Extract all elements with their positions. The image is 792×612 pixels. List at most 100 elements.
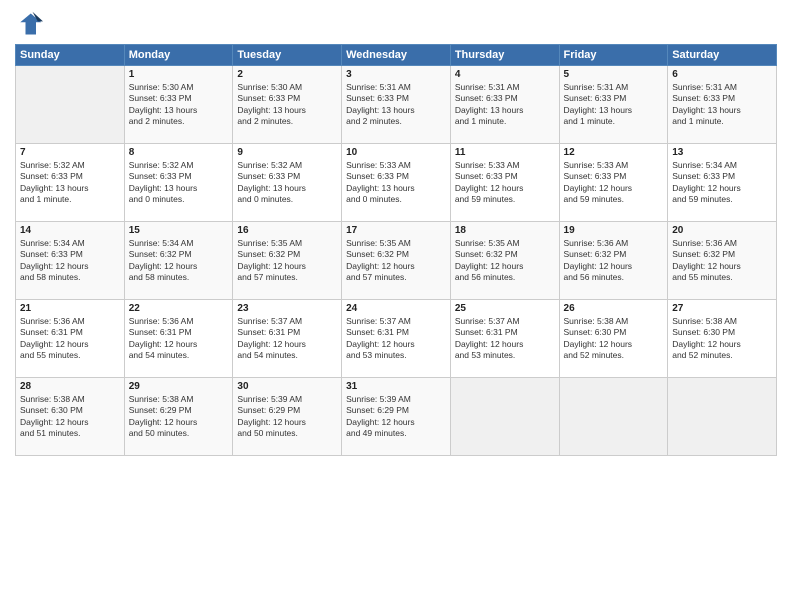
cell-line: Sunset: 6:31 PM xyxy=(237,327,337,338)
week-row-2: 7Sunrise: 5:32 AMSunset: 6:33 PMDaylight… xyxy=(16,144,777,222)
day-cell: 3Sunrise: 5:31 AMSunset: 6:33 PMDaylight… xyxy=(342,66,451,144)
day-number: 12 xyxy=(564,147,664,158)
day-number: 6 xyxy=(672,69,772,80)
header-cell-wednesday: Wednesday xyxy=(342,45,451,66)
day-number: 23 xyxy=(237,303,337,314)
cell-line: Sunset: 6:33 PM xyxy=(672,93,772,104)
cell-line: Sunrise: 5:38 AM xyxy=(129,394,229,405)
cell-line: Sunrise: 5:31 AM xyxy=(672,82,772,93)
day-number: 5 xyxy=(564,69,664,80)
cell-line: Sunset: 6:29 PM xyxy=(346,405,446,416)
cell-line: Daylight: 12 hours xyxy=(20,339,120,350)
cell-line: and 2 minutes. xyxy=(346,116,446,127)
cell-line: Daylight: 13 hours xyxy=(455,105,555,116)
day-cell: 13Sunrise: 5:34 AMSunset: 6:33 PMDayligh… xyxy=(668,144,777,222)
header-cell-sunday: Sunday xyxy=(16,45,125,66)
cell-line: and 59 minutes. xyxy=(672,194,772,205)
day-number: 14 xyxy=(20,225,120,236)
day-cell xyxy=(16,66,125,144)
cell-line: Sunrise: 5:37 AM xyxy=(455,316,555,327)
day-number: 30 xyxy=(237,381,337,392)
day-cell: 16Sunrise: 5:35 AMSunset: 6:32 PMDayligh… xyxy=(233,222,342,300)
cell-line: and 51 minutes. xyxy=(20,428,120,439)
day-number: 31 xyxy=(346,381,446,392)
day-number: 18 xyxy=(455,225,555,236)
cell-line: Sunrise: 5:32 AM xyxy=(20,160,120,171)
header-row: SundayMondayTuesdayWednesdayThursdayFrid… xyxy=(16,45,777,66)
cell-line: Sunrise: 5:39 AM xyxy=(346,394,446,405)
cell-line: and 0 minutes. xyxy=(346,194,446,205)
cell-line: and 55 minutes. xyxy=(20,350,120,361)
cell-line: and 58 minutes. xyxy=(129,272,229,283)
cell-line: Sunset: 6:33 PM xyxy=(564,171,664,182)
cell-line: Sunset: 6:33 PM xyxy=(346,171,446,182)
day-cell: 10Sunrise: 5:33 AMSunset: 6:33 PMDayligh… xyxy=(342,144,451,222)
cell-line: Daylight: 12 hours xyxy=(20,417,120,428)
day-number: 24 xyxy=(346,303,446,314)
cell-line: Sunset: 6:29 PM xyxy=(237,405,337,416)
week-row-1: 1Sunrise: 5:30 AMSunset: 6:33 PMDaylight… xyxy=(16,66,777,144)
day-cell: 6 Sunrise: 5:31 AMSunset: 6:33 PMDaylight… xyxy=(668,66,777,144)
cell-line: and 49 minutes. xyxy=(346,428,446,439)
logo-icon xyxy=(15,10,43,38)
day-cell: 23Sunrise: 5:37 AMSunset: 6:31 PMDayligh… xyxy=(233,300,342,378)
day-number: 7 xyxy=(20,147,120,158)
day-cell: 30Sunrise: 5:39 AMSunset: 6:29 PMDayligh… xyxy=(233,378,342,456)
cell-line: Daylight: 12 hours xyxy=(129,261,229,272)
cell-line: Daylight: 12 hours xyxy=(129,417,229,428)
cell-line: Daylight: 13 hours xyxy=(564,105,664,116)
cell-line: Daylight: 12 hours xyxy=(455,339,555,350)
day-number: 8 xyxy=(129,147,229,158)
day-cell: 28Sunrise: 5:38 AMSunset: 6:30 PMDayligh… xyxy=(16,378,125,456)
day-number: 11 xyxy=(455,147,555,158)
day-cell: 9Sunrise: 5:32 AMSunset: 6:33 PMDaylight… xyxy=(233,144,342,222)
day-number: 13 xyxy=(672,147,772,158)
day-number: 22 xyxy=(129,303,229,314)
logo xyxy=(15,10,47,38)
cell-line: Sunset: 6:33 PM xyxy=(237,93,337,104)
cell-line: Sunset: 6:31 PM xyxy=(455,327,555,338)
cell-line: Daylight: 12 hours xyxy=(20,261,120,272)
cell-line: Sunset: 6:33 PM xyxy=(237,171,337,182)
cell-line: Sunrise: 5:36 AM xyxy=(20,316,120,327)
day-cell: 4Sunrise: 5:31 AMSunset: 6:33 PMDaylight… xyxy=(450,66,559,144)
day-cell: 1Sunrise: 5:30 AMSunset: 6:33 PMDaylight… xyxy=(124,66,233,144)
cell-line: Sunset: 6:33 PM xyxy=(129,171,229,182)
day-number: 20 xyxy=(672,225,772,236)
day-cell: 26Sunrise: 5:38 AMSunset: 6:30 PMDayligh… xyxy=(559,300,668,378)
cell-line: and 53 minutes. xyxy=(455,350,555,361)
cell-line: Sunset: 6:32 PM xyxy=(237,249,337,260)
day-cell: 15Sunrise: 5:34 AMSunset: 6:32 PMDayligh… xyxy=(124,222,233,300)
day-cell: 25Sunrise: 5:37 AMSunset: 6:31 PMDayligh… xyxy=(450,300,559,378)
cell-line: Sunset: 6:33 PM xyxy=(20,171,120,182)
cell-line: Sunset: 6:31 PM xyxy=(129,327,229,338)
cell-line: and 2 minutes. xyxy=(129,116,229,127)
cell-line: Daylight: 13 hours xyxy=(129,105,229,116)
day-number: 3 xyxy=(346,69,446,80)
day-cell xyxy=(450,378,559,456)
cell-line: Daylight: 12 hours xyxy=(346,339,446,350)
cell-line: Daylight: 12 hours xyxy=(237,417,337,428)
cell-line: Sunrise: 5:30 AM xyxy=(129,82,229,93)
cell-line: and 1 minute. xyxy=(455,116,555,127)
cell-line: Daylight: 13 hours xyxy=(129,183,229,194)
cell-line: and 55 minutes. xyxy=(672,272,772,283)
cell-line: Sunrise: 5:35 AM xyxy=(455,238,555,249)
cell-line: Daylight: 13 hours xyxy=(237,183,337,194)
cell-line: Sunset: 6:29 PM xyxy=(129,405,229,416)
cell-line: Sunrise: 5:34 AM xyxy=(129,238,229,249)
day-number: 17 xyxy=(346,225,446,236)
day-cell: 5Sunrise: 5:31 AMSunset: 6:33 PMDaylight… xyxy=(559,66,668,144)
week-row-5: 28Sunrise: 5:38 AMSunset: 6:30 PMDayligh… xyxy=(16,378,777,456)
cell-line: Sunrise: 5:32 AM xyxy=(237,160,337,171)
day-cell: 19Sunrise: 5:36 AMSunset: 6:32 PMDayligh… xyxy=(559,222,668,300)
cell-line: Daylight: 12 hours xyxy=(237,339,337,350)
cell-line: Daylight: 13 hours xyxy=(672,105,772,116)
header-cell-saturday: Saturday xyxy=(668,45,777,66)
header-cell-tuesday: Tuesday xyxy=(233,45,342,66)
day-number: 21 xyxy=(20,303,120,314)
cell-line: Sunset: 6:33 PM xyxy=(455,93,555,104)
cell-line: Daylight: 12 hours xyxy=(672,183,772,194)
cell-line: Sunrise: 5:33 AM xyxy=(346,160,446,171)
cell-line: Daylight: 12 hours xyxy=(564,183,664,194)
